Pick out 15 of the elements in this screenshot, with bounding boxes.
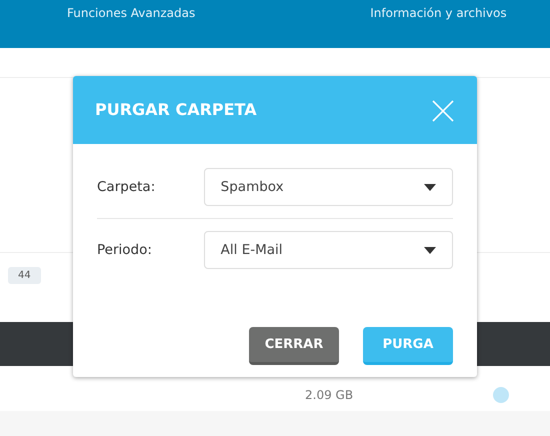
caret-icon <box>424 184 436 190</box>
close-dialog-button[interactable]: CERRAR <box>249 327 339 365</box>
close-icon <box>431 98 455 123</box>
close-button[interactable] <box>431 98 455 122</box>
status-icon <box>493 386 510 402</box>
caret-icon <box>424 246 436 254</box>
nav-item[interactable]: Funciones Avanzadas <box>67 4 196 22</box>
field-label: Periodo: <box>97 240 153 260</box>
select-dropdown[interactable]: All E-Mail <box>204 231 453 269</box>
size-cell-text: 2.09 GB <box>305 386 354 404</box>
dialog-title: PURGAR CARPETA <box>95 99 257 121</box>
select-dropdown[interactable]: Spambox <box>204 168 453 206</box>
nav-item[interactable]: Información y archivos <box>370 4 507 22</box>
field-label: Carpeta: <box>97 178 156 197</box>
filter-badge[interactable]: 44 <box>8 267 41 284</box>
